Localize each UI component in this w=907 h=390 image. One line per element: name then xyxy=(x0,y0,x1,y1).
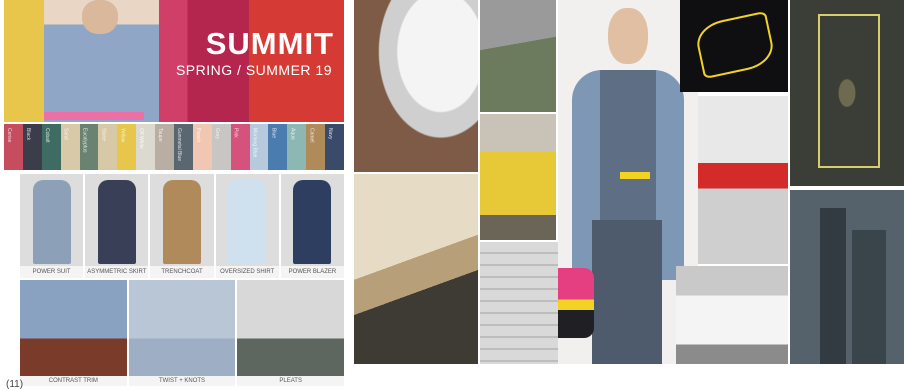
season-subtitle: SPRING / SUMMER 19 xyxy=(175,62,332,78)
white-car-image xyxy=(676,266,788,364)
palette-swatch: Aqua xyxy=(287,124,307,170)
figure-number: (11) xyxy=(6,379,24,390)
color-palette: Cerise Black Cobalt Sand Eucalyptus Stone Yell… xyxy=(4,124,344,170)
swatch-label: Peach xyxy=(194,128,201,143)
cropped-caption-text xyxy=(360,377,900,387)
swatch-label: Aqua xyxy=(289,128,296,140)
look-card: TRENCHCOAT xyxy=(150,174,214,278)
palette-swatch: Eucalyptus xyxy=(79,124,99,170)
palette-swatch: Blue xyxy=(268,124,288,170)
look-figure-image xyxy=(32,180,71,264)
detail-tiles: CONTRAST TRIM TWIST + KNOTS PLEATS xyxy=(20,280,344,386)
look-caption: TRENCHCOAT xyxy=(150,266,214,278)
model-head xyxy=(608,8,648,64)
swatch-label: Black xyxy=(24,128,31,141)
swatch-label: Gunmetal Blue xyxy=(176,128,183,162)
map-graphic-image xyxy=(680,0,788,92)
palette-swatch: Cerise xyxy=(4,124,23,170)
yellow-chair-image xyxy=(480,114,556,240)
look-caption: POWER SUIT xyxy=(20,266,84,278)
tile-caption: CONTRAST TRIM xyxy=(20,376,127,386)
swatch-label: Sand xyxy=(62,128,69,140)
detail-tile: PLEATS xyxy=(237,280,344,386)
swatch-label: Morning Blue xyxy=(251,128,258,158)
yellow-belt xyxy=(620,172,650,179)
swatch-label: Grey xyxy=(213,128,220,139)
palette-swatch: Off White xyxy=(136,124,156,170)
swatch-label: Yellow xyxy=(119,128,126,143)
palette-swatch: Peach xyxy=(192,124,212,170)
red-desk-office-image xyxy=(698,96,788,264)
look-figure-image xyxy=(293,180,332,264)
swatch-label: Stone xyxy=(100,128,107,142)
palette-swatch: Stone xyxy=(98,124,118,170)
swatch-label: Taupe xyxy=(157,128,164,142)
look-caption: POWER BLAZER xyxy=(280,266,344,278)
palette-swatch: Taupe xyxy=(155,124,175,170)
palette-swatch: Cobalt xyxy=(41,124,61,170)
colorblock-bag xyxy=(558,268,594,338)
stair-illustration-image xyxy=(354,174,478,364)
palette-swatch: Camel xyxy=(306,124,326,170)
tile-caption: PLEATS xyxy=(237,376,344,386)
tower-building-image xyxy=(790,190,904,364)
hero-banner: SUMMIT SPRING / SUMMER 19 xyxy=(4,0,344,122)
architecture-arch-image xyxy=(354,0,478,172)
swatch-label: Eucalyptus xyxy=(81,128,88,153)
palette-swatch: Yellow xyxy=(117,124,137,170)
look-figure-image xyxy=(228,180,267,264)
detail-tile: CONTRAST TRIM xyxy=(20,280,127,386)
swatch-label: Camel xyxy=(308,128,315,143)
look-card: POWER BLAZER xyxy=(280,174,344,278)
look-caption: OVERSIZED SHIRT xyxy=(215,266,279,278)
swatch-label: Pink xyxy=(232,128,239,138)
tile-caption: TWIST + KNOTS xyxy=(128,376,236,386)
swatch-label: Cobalt xyxy=(43,128,50,143)
moodboard: SUMMIT SPRING / SUMMER 19 Cerise Black Cob… xyxy=(0,0,907,390)
palette-swatch: Sand xyxy=(60,124,80,170)
palette-swatch: Navy xyxy=(325,124,344,170)
pink-belt xyxy=(44,112,144,120)
look-card: POWER SUIT xyxy=(20,174,84,278)
palette-swatch: Morning Blue xyxy=(249,124,269,170)
lit-corridor-image xyxy=(790,0,904,186)
hero-model-image xyxy=(44,0,159,122)
swatch-label: Navy xyxy=(327,128,334,140)
look-figure-image xyxy=(163,180,201,264)
model-trousers xyxy=(592,220,662,364)
detail-tile: TWIST + KNOTS xyxy=(128,280,236,386)
palette-swatch: Gunmetal Blue xyxy=(174,124,193,170)
palette-swatch: Grey xyxy=(211,124,231,170)
swatch-label: Blue xyxy=(270,128,277,139)
palette-swatch: Black xyxy=(22,124,42,170)
look-figure-image xyxy=(97,180,136,264)
swatch-label: Off White xyxy=(138,128,145,149)
palette-swatch: Pink xyxy=(230,124,250,170)
collection-title: SUMMIT xyxy=(205,26,334,61)
swatch-label: Cerise xyxy=(6,128,12,143)
look-card: ASYMMETRIC SKIRT xyxy=(85,174,149,278)
look-card: OVERSIZED SHIRT xyxy=(215,174,279,278)
looks-row: POWER SUIT ASYMMETRIC SKIRT TRENCHCOAT OVER… xyxy=(20,174,344,278)
building-exterior-image xyxy=(480,0,556,112)
look-caption: ASYMMETRIC SKIRT xyxy=(85,266,149,278)
